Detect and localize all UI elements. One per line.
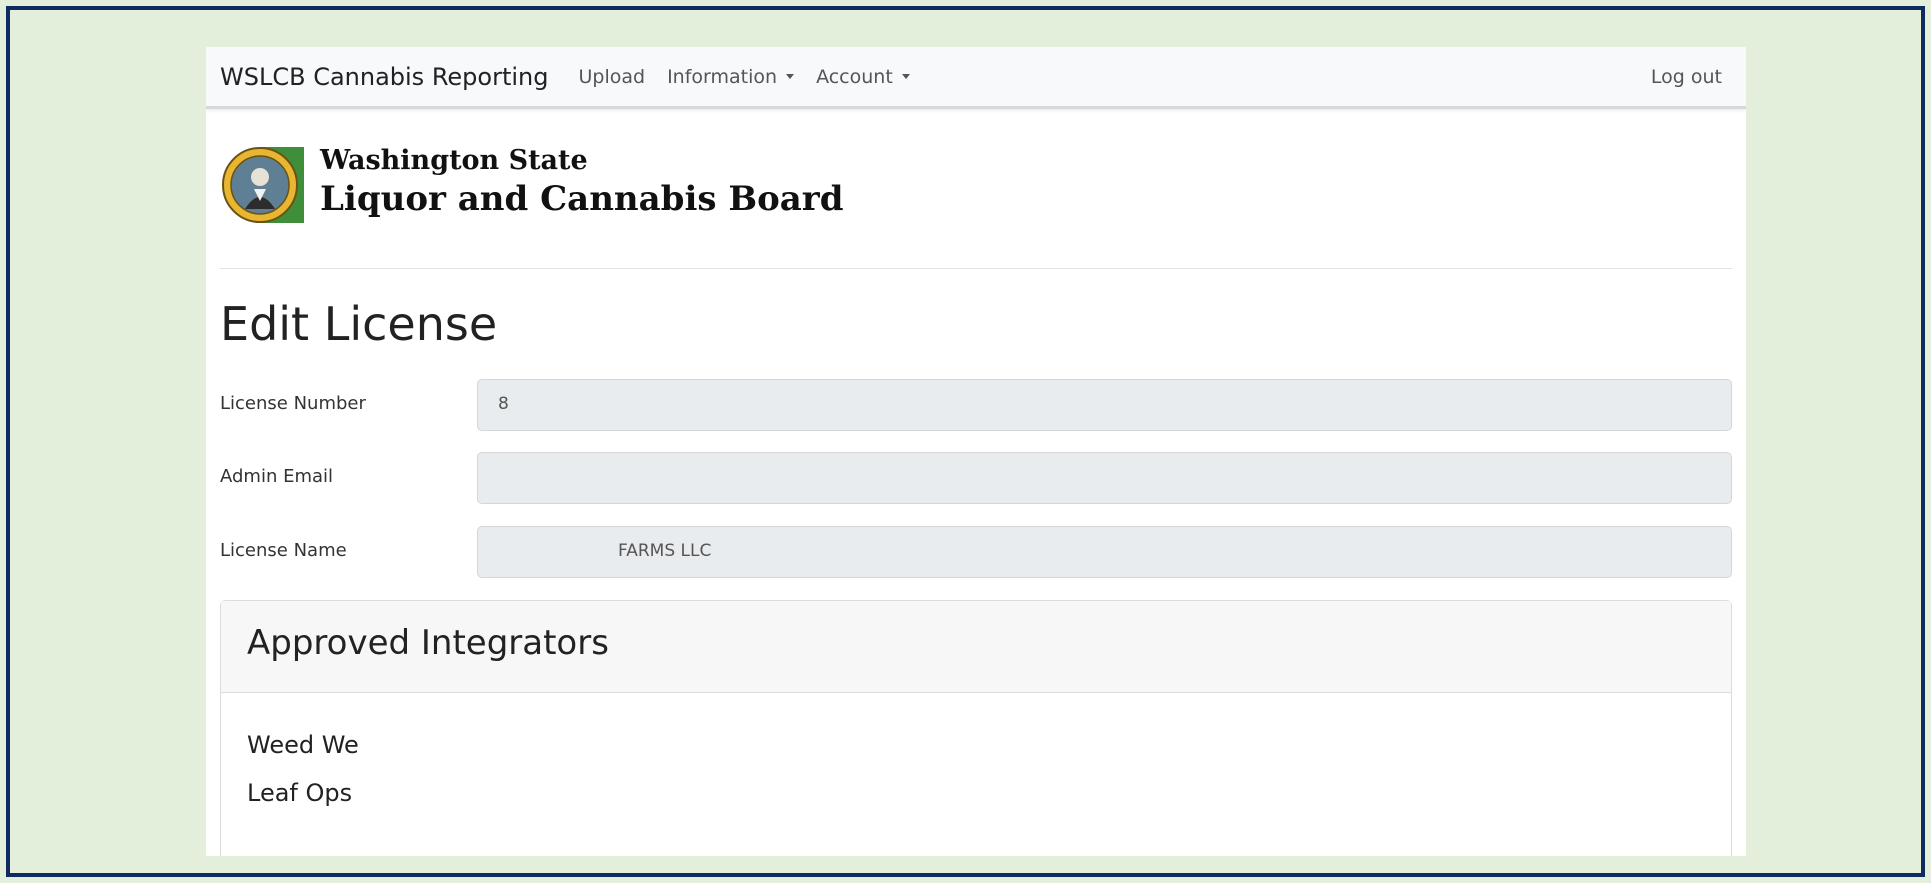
admin-email-label: Admin Email bbox=[220, 466, 334, 487]
caret-down-icon bbox=[901, 74, 910, 79]
agency-name-line2: Liquor and Cannabis Board bbox=[320, 179, 844, 219]
nav-account-label: Account bbox=[816, 65, 893, 88]
list-item: Weed We bbox=[247, 731, 359, 759]
license-number-field[interactable]: 8 bbox=[477, 379, 1732, 431]
agency-name-line1: Washington State bbox=[320, 145, 588, 176]
page-title: Edit License bbox=[220, 297, 498, 351]
license-number-label: License Number bbox=[220, 393, 366, 414]
nav-upload[interactable]: Upload bbox=[579, 66, 646, 88]
license-number-row: License Number 8 bbox=[220, 379, 1732, 431]
top-navbar: WSLCB Cannabis Reporting Upload Informat… bbox=[206, 47, 1746, 109]
approved-integrators-title: Approved Integrators bbox=[221, 601, 1731, 693]
nav-information-dropdown[interactable]: Information bbox=[667, 65, 795, 88]
approved-integrators-card: Approved Integrators Weed We Leaf Ops bbox=[220, 600, 1732, 856]
admin-email-row: Admin Email bbox=[220, 452, 1732, 504]
logout-link[interactable]: Log out bbox=[1651, 66, 1722, 88]
list-item: Leaf Ops bbox=[247, 779, 353, 807]
license-name-label: License Name bbox=[220, 540, 347, 561]
outer-frame: WSLCB Cannabis Reporting Upload Informat… bbox=[6, 6, 1925, 877]
state-seal-logo bbox=[222, 147, 304, 223]
nav-information-label: Information bbox=[667, 65, 778, 88]
navbar-brand[interactable]: WSLCB Cannabis Reporting bbox=[220, 63, 549, 91]
agency-header: Washington State Liquor and Cannabis Boa… bbox=[220, 109, 1732, 269]
license-name-field[interactable]: FARMS LLC bbox=[477, 526, 1732, 578]
nav-account-dropdown[interactable]: Account bbox=[816, 66, 910, 88]
caret-down-icon bbox=[786, 74, 795, 79]
nav-upload-label: Upload bbox=[578, 65, 646, 88]
app-window: WSLCB Cannabis Reporting Upload Informat… bbox=[206, 47, 1746, 856]
integrators-list: Weed We Leaf Ops bbox=[221, 693, 1731, 845]
admin-email-field[interactable] bbox=[477, 452, 1732, 504]
license-name-row: License Name FARMS LLC bbox=[220, 526, 1732, 578]
